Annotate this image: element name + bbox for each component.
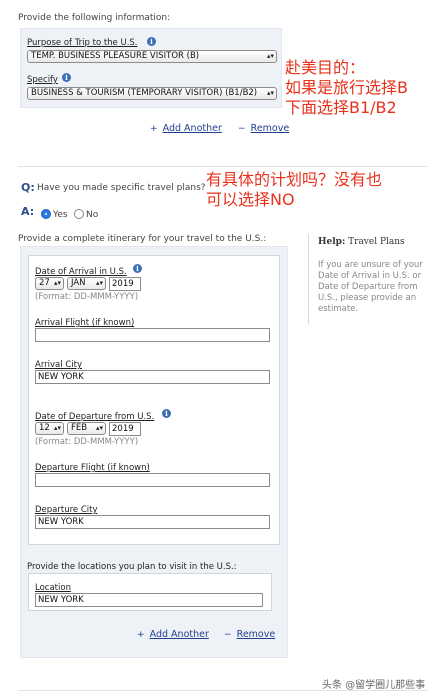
info-icon[interactable]: i xyxy=(133,264,142,273)
specify-label: Specify xyxy=(27,75,58,85)
watermark: 头条 @留学圈儿那些事 xyxy=(322,680,426,691)
location-input[interactable]: NEW YORK xyxy=(35,593,263,607)
help-body: If you are unsure of your Date of Arriva… xyxy=(318,260,423,314)
remove-location-button[interactable]: − Remove xyxy=(224,622,275,641)
departure-city-label: Departure City xyxy=(35,505,98,515)
question-marker: Q: xyxy=(21,181,35,194)
info-icon[interactable]: i xyxy=(62,73,71,82)
divider xyxy=(18,166,428,167)
location-label: Location xyxy=(35,583,71,593)
yes-radio[interactable] xyxy=(41,209,51,219)
arrival-month-select[interactable]: JAN ▴▾ xyxy=(67,277,106,290)
arrival-year-input[interactable]: 2019 xyxy=(109,277,141,291)
itinerary-intro: Provide a complete itinerary for your tr… xyxy=(18,234,267,244)
help-divider xyxy=(308,234,309,324)
departure-date-label: Date of Departure from U.S. xyxy=(35,412,155,422)
remove-button[interactable]: − Remove xyxy=(238,116,289,135)
help-title: Help: Travel Plans xyxy=(318,237,405,247)
departure-format-hint: (Format: DD-MMM-YYYY) xyxy=(35,437,139,447)
purpose-select[interactable]: TEMP. BUSINESS PLEASURE VISITOR (B) ▴▾ xyxy=(27,50,277,63)
answer-marker: A: xyxy=(21,205,35,218)
plus-icon: + xyxy=(150,124,158,134)
departure-city-input[interactable]: NEW YORK xyxy=(35,515,270,529)
annotation-plans: 有具体的计划吗？没有也 可以选择NO xyxy=(206,170,383,209)
arrival-flight-input[interactable] xyxy=(35,328,270,342)
plus-icon: + xyxy=(137,630,145,640)
locations-intro: Provide the locations you plan to visit … xyxy=(27,562,237,572)
intro-text: Provide the following information: xyxy=(18,13,171,23)
question-text: Have you made specific travel plans? xyxy=(37,183,206,193)
no-radio[interactable] xyxy=(74,209,84,219)
minus-icon: − xyxy=(238,124,246,134)
arrival-city-label: Arrival City xyxy=(35,360,82,370)
info-icon[interactable]: i xyxy=(162,409,171,418)
yes-label: Yes xyxy=(53,210,68,220)
info-icon[interactable]: i xyxy=(147,37,156,46)
arrival-day-select[interactable]: 27 ▴▾ xyxy=(35,277,64,290)
arrival-flight-label: Arrival Flight (if known) xyxy=(35,318,135,328)
minus-icon: − xyxy=(224,630,232,640)
specify-select[interactable]: BUSINESS & TOURISM (TEMPORARY VISITOR) (… xyxy=(27,87,277,100)
arrival-date-label: Date of Arrival in U.S. xyxy=(35,267,127,277)
arrival-city-input[interactable]: NEW YORK xyxy=(35,370,270,384)
purpose-label: Purpose of Trip to the U.S. xyxy=(27,38,138,48)
arrival-format-hint: (Format: DD-MMM-YYYY) xyxy=(35,292,139,302)
no-label: No xyxy=(86,210,99,220)
annotation-purpose: 赴美目的： 如果是旅行选择B 下面选择B1/B2 xyxy=(285,58,408,117)
departure-month-select[interactable]: FEB ▴▾ xyxy=(67,422,106,435)
departure-year-input[interactable]: 2019 xyxy=(109,422,141,436)
departure-flight-input[interactable] xyxy=(35,473,270,487)
departure-day-select[interactable]: 12 ▴▾ xyxy=(35,422,64,435)
add-another-location-button[interactable]: + Add Another xyxy=(137,622,209,641)
add-another-button[interactable]: + Add Another xyxy=(150,116,222,135)
departure-flight-label: Departure Flight (if known) xyxy=(35,463,150,473)
